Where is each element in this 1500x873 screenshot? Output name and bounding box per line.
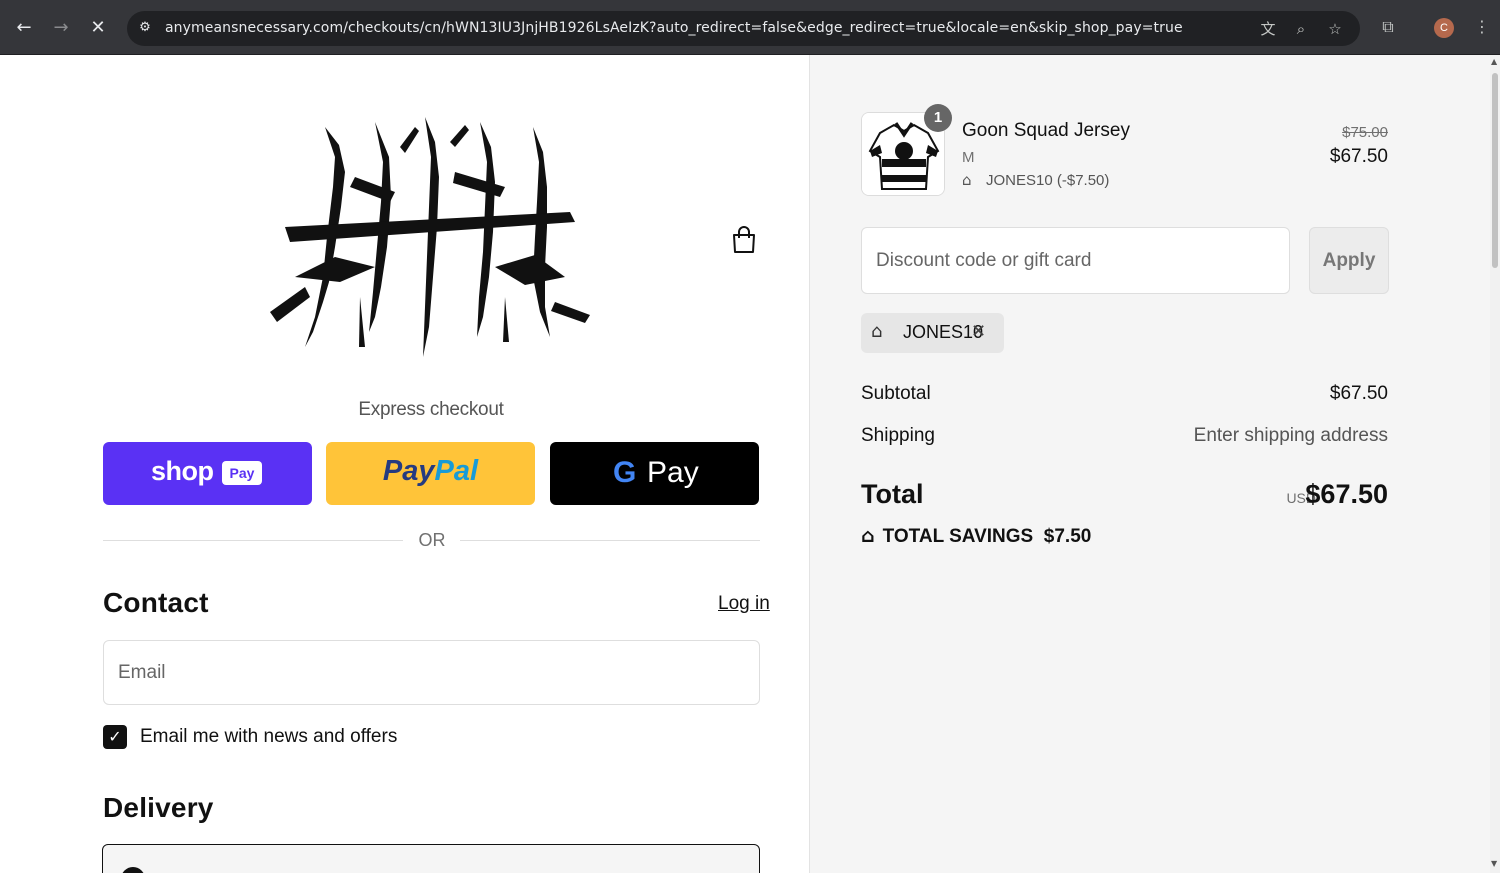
checkout-main: Express checkout shop Pay PayPal G Pay O… [0, 55, 810, 873]
total-value: $67.50 [1305, 479, 1388, 509]
discount-code-field[interactable] [861, 227, 1290, 294]
delivery-option[interactable] [102, 844, 760, 873]
total-savings: ⌂ TOTAL SAVINGS $7.50 [861, 525, 1092, 547]
paypal-button[interactable]: PayPal [326, 442, 535, 505]
shopping-bag-icon[interactable] [730, 225, 758, 255]
shop-pay-wordmark: shop [151, 456, 214, 486]
contact-heading: Contact [103, 587, 209, 618]
product-discount: ⌂ JONES10 (-$7.50) [962, 171, 1110, 189]
quantity-badge: 1 [924, 104, 952, 132]
subtotal-label: Subtotal [861, 383, 931, 404]
profile-avatar[interactable]: C [1434, 18, 1454, 38]
google-pay-wordmark: Pay [647, 456, 699, 489]
login-link[interactable]: Log in [718, 593, 770, 615]
google-pay-button[interactable]: G Pay [550, 442, 759, 505]
product-name: Goon Squad Jersey [962, 120, 1130, 141]
news-offers-label[interactable]: Email me with news and offers [140, 726, 397, 748]
scroll-down-arrow-icon[interactable]: ▼ [1491, 859, 1497, 868]
store-logo[interactable] [265, 117, 595, 362]
shipping-label: Shipping [861, 425, 935, 446]
address-bar[interactable]: ⚙ anymeansnecessary.com/checkouts/cn/hWN… [127, 11, 1360, 46]
email-field[interactable] [103, 640, 760, 705]
bookmark-star-icon[interactable]: ☆ [1324, 18, 1346, 40]
url-text[interactable]: anymeansnecessary.com/checkouts/cn/hWN13… [165, 20, 1183, 36]
shop-pay-badge: Pay [222, 461, 262, 485]
back-arrow-icon[interactable]: ← [10, 14, 38, 42]
subtotal-value: $67.50 [1329, 383, 1388, 404]
email-input[interactable] [104, 641, 759, 704]
forward-arrow-icon[interactable]: → [47, 14, 75, 42]
stop-loading-icon[interactable]: ✕ [84, 14, 112, 42]
or-divider-left [103, 540, 403, 541]
browser-toolbar: ← → ✕ ⚙ anymeansnecessary.com/checkouts/… [0, 0, 1500, 55]
page-scrollbar[interactable]: ▲ ▼ [1490, 55, 1500, 873]
zoom-icon[interactable]: ⌕ [1290, 18, 1312, 40]
shipping-value: Enter shipping address [1193, 425, 1388, 446]
product-price: $67.50 [1329, 146, 1388, 167]
total-label: Total [861, 479, 924, 509]
applied-code-chip: ⌂ JONES10 ✕ [861, 313, 1004, 353]
tag-icon: ⌂ [861, 525, 875, 547]
tag-icon: ⌂ [962, 171, 972, 189]
tag-icon: ⌂ [871, 321, 883, 342]
google-g-icon: G [613, 456, 637, 489]
or-divider-text: OR [418, 530, 446, 550]
product-variant: M [962, 149, 975, 166]
scroll-thumb[interactable] [1492, 73, 1498, 268]
or-divider-right [460, 540, 760, 541]
remove-code-icon[interactable]: ✕ [971, 321, 986, 342]
product-original-price: $75.00 [1342, 124, 1388, 141]
paypal-wordmark: PayPal [382, 455, 479, 487]
discount-code-input[interactable] [862, 228, 1289, 293]
site-info-icon[interactable]: ⚙ [135, 18, 155, 38]
news-offers-checkbox[interactable]: ✓ [103, 725, 127, 749]
apply-button[interactable]: Apply [1309, 227, 1389, 294]
express-checkout-label: Express checkout [358, 399, 504, 420]
shop-pay-button[interactable]: shop Pay [103, 442, 312, 505]
kebab-menu-icon[interactable]: ⋮ [1470, 15, 1494, 39]
scroll-up-arrow-icon[interactable]: ▲ [1491, 57, 1497, 66]
delivery-radio[interactable] [121, 867, 145, 873]
extensions-icon[interactable]: ⧉ [1376, 15, 1400, 39]
translate-icon[interactable]: 文 [1257, 18, 1279, 40]
delivery-heading: Delivery [103, 792, 214, 823]
order-summary: 1 Goon Squad Jersey M ⌂ JONES10 (-$7.50) … [809, 55, 1490, 873]
